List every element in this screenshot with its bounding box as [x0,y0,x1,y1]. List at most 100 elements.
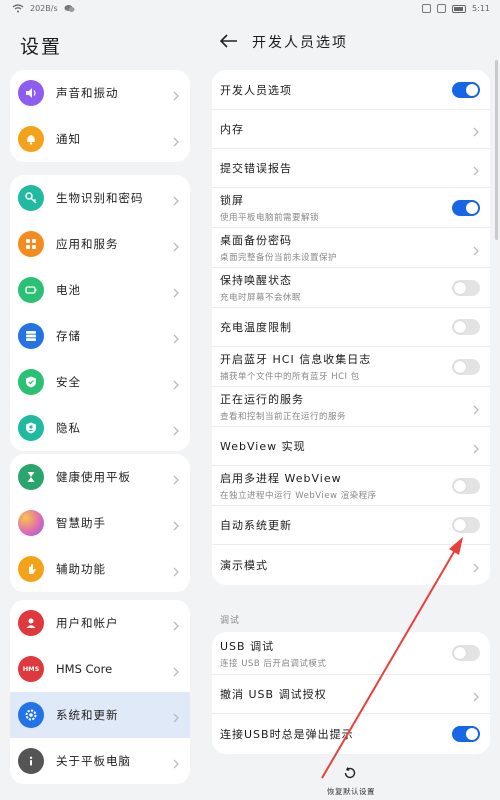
row-title: 桌面备份密码 [220,234,292,247]
key-icon [18,185,44,211]
sidebar-item-label: 智慧助手 [56,516,106,530]
row-title: USB 调试 [220,639,275,653]
chevron-right-icon [472,688,480,702]
row-subtitle: 桌面完整备份当前未设置保护 [220,253,338,263]
bug-report-row[interactable]: 提交错误报告 [212,149,490,188]
apps-icon [18,231,44,257]
info-icon [18,748,44,774]
usb-debugging-toggle[interactable] [452,645,480,661]
section-header-debug: 调试 [220,616,241,626]
chevron-right-icon [172,133,180,147]
auto-system-update-row[interactable]: 自动系统更新 [212,506,490,545]
scrollbar[interactable] [495,60,498,240]
row-subtitle: 使用平板电脑前需要解锁 [220,213,320,223]
chevron-right-icon [472,242,480,255]
sidebar-item-accounts[interactable]: 用户和帐户 [10,600,190,646]
auto-system-update-toggle[interactable] [452,517,480,533]
hand-icon [18,556,44,582]
chevron-right-icon [472,162,480,176]
chevron-right-icon [172,517,180,531]
sidebar-item-storage[interactable]: 存储 [10,313,190,359]
sidebar-group-2: 生物识别和密码 应用和服务 电池 存储 安全 隐私 [10,175,190,451]
row-title: 自动系统更新 [220,519,292,532]
status-bar: 202B/s 5:11 [0,0,500,20]
nfc-icon [422,4,432,13]
row-subtitle: 在独立进程中运行 WebView 渲染程序 [220,491,377,501]
developer-options-toggle[interactable] [452,81,480,98]
vibrate-icon [437,4,447,13]
sidebar-item-label: 通知 [56,132,81,146]
network-speed: 202B/s [30,4,58,13]
system-icon [18,702,44,728]
usb-prompt-row[interactable]: 连接USB时总是弹出提示 [212,714,490,754]
hms-icon: HMS [18,656,44,682]
sidebar-item-digital-balance[interactable]: 健康使用平板 [10,454,190,500]
sidebar-item-label: 安全 [56,375,81,389]
user-icon [18,610,44,636]
sidebar-item-assistant[interactable]: 智慧助手 [10,500,190,546]
developer-options-row[interactable]: 开发人员选项 [212,70,490,110]
chevron-right-icon [172,709,180,723]
reset-icon[interactable] [342,765,358,781]
webview-implementation-row[interactable]: WebView 实现 [212,427,490,466]
reset-defaults-button[interactable]: 恢复默认设置 [327,786,375,797]
row-subtitle: 捕获单个文件中的所有蓝牙 HCI 包 [220,372,360,382]
usb-prompt-toggle[interactable] [452,726,480,742]
bluetooth-hci-log-toggle[interactable] [452,358,480,375]
demo-mode-row[interactable]: 演示模式 [212,545,490,585]
sidebar-item-battery[interactable]: 电池 [10,267,190,313]
sidebar-title: 设置 [20,36,63,58]
chevron-right-icon [472,401,480,414]
sidebar-item-label: 生物识别和密码 [56,191,144,205]
sidebar-item-accessibility[interactable]: 辅助功能 [10,546,190,592]
sidebar-item-biometrics[interactable]: 生物识别和密码 [10,175,190,221]
privacy-icon [18,415,44,441]
sidebar-item-security[interactable]: 安全 [10,359,190,405]
revoke-usb-auth-row[interactable]: 撤消 USB 调试授权 [212,675,490,714]
sidebar-item-about[interactable]: 关于平板电脑 [10,738,190,784]
assistant-icon [18,510,44,536]
lock-screen-toggle[interactable] [452,199,480,216]
row-title: 开启蓝牙 HCI 信息收集日志 [220,353,372,366]
sidebar-item-notifications[interactable]: 通知 [10,116,190,162]
developer-options-pane: 开发人员选项 开发人员选项 内存 提交错误报告 锁屏 使用平板电脑前需要解锁 桌… [202,20,500,800]
lock-screen-row[interactable]: 锁屏 使用平板电脑前需要解锁 [212,188,490,228]
row-title: 撤消 USB 调试授权 [220,688,327,701]
sidebar-item-hms-core[interactable]: HMS HMS Core [10,646,190,692]
charge-temperature-row[interactable]: 充电温度限制 [212,308,490,347]
sidebar-item-label: 应用和服务 [56,237,119,251]
usb-debugging-row[interactable]: USB 调试 连接 USB 后开启调试模式 [212,632,490,675]
charge-temperature-toggle[interactable] [452,319,480,335]
memory-row[interactable]: 内存 [212,110,490,149]
row-title: 充电温度限制 [220,321,292,334]
sidebar-item-label: 用户和帐户 [56,616,119,630]
row-title: 提交错误报告 [220,162,292,175]
back-arrow-icon[interactable] [220,34,238,48]
sidebar-item-apps[interactable]: 应用和服务 [10,221,190,267]
shield-icon [18,369,44,395]
bluetooth-hci-log-row[interactable]: 开启蓝牙 HCI 信息收集日志 捕获单个文件中的所有蓝牙 HCI 包 [212,347,490,387]
multiprocess-webview-row[interactable]: 启用多进程 WebView 在独立进程中运行 WebView 渲染程序 [212,466,490,506]
row-title: 开发人员选项 [220,83,292,97]
debug-card: USB 调试 连接 USB 后开启调试模式 撤消 USB 调试授权 连接USB时… [212,632,490,754]
chevron-right-icon [472,559,480,573]
sidebar-item-privacy[interactable]: 隐私 [10,405,190,451]
chevron-right-icon [172,284,180,298]
row-title: 连接USB时总是弹出提示 [220,728,354,741]
stay-awake-toggle[interactable] [452,279,480,296]
multiprocess-webview-toggle[interactable] [452,477,480,494]
chat-icon [64,5,75,12]
chevron-right-icon [172,330,180,344]
bottom-action-bar: 恢复默认设置 [202,755,500,800]
stay-awake-row[interactable]: 保持唤醒状态 充电时屏幕不会休眠 [212,268,490,308]
battery-icon [18,277,44,303]
chevron-right-icon [172,663,180,677]
desktop-backup-password-row[interactable]: 桌面备份密码 桌面完整备份当前未设置保护 [212,228,490,268]
running-services-row[interactable]: 正在运行的服务 查看和控制当前正在运行的服务 [212,387,490,427]
sidebar-item-system-update[interactable]: 系统和更新 [10,692,190,738]
sidebar-item-sound[interactable]: 声音和振动 [10,70,190,116]
bell-icon [18,126,44,152]
chevron-right-icon [172,87,180,101]
sidebar-item-label: 健康使用平板 [56,470,131,484]
settings-sidebar: 设置 声音和振动 通知 生物识别和密码 应用和服务 电池 存储 安全 隐私 健康… [0,20,202,800]
